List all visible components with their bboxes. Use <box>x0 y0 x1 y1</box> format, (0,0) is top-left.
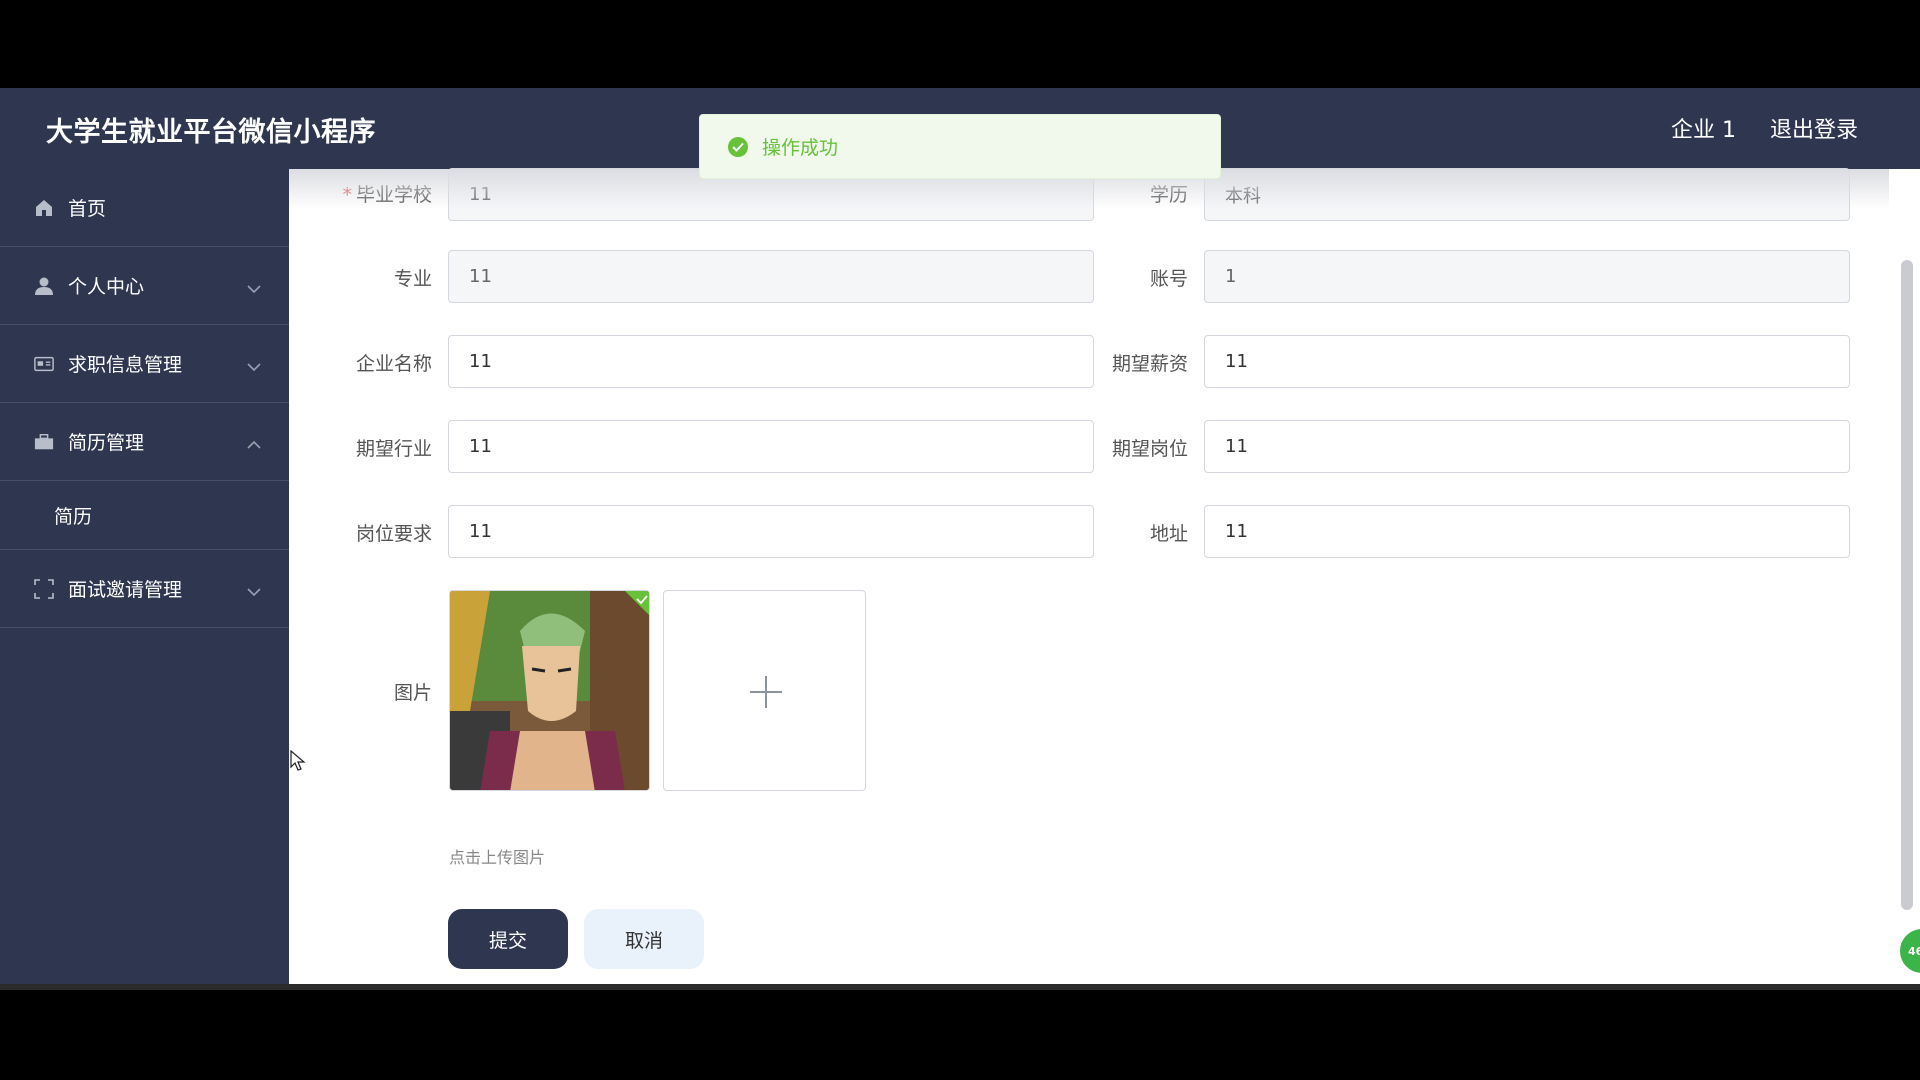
bottom-strip <box>0 984 1920 990</box>
sidebar-item-interview-invitations[interactable]: 面试邀请管理 <box>0 550 289 628</box>
home-icon <box>34 198 54 218</box>
sidebar-item-label: 面试邀请管理 <box>68 579 183 601</box>
education-input[interactable] <box>1204 168 1850 221</box>
major-label: 专业 <box>393 268 432 290</box>
sidebar-item-label: 个人中心 <box>68 276 145 298</box>
chevron-down-icon <box>247 580 261 602</box>
company-input[interactable] <box>448 335 1094 388</box>
chevron-down-icon <box>247 355 261 377</box>
required-mark: * <box>342 184 352 206</box>
sidebar: 首页 个人中心 求职信息管理 简历管理 简历 面试邀请管理 <box>0 169 289 986</box>
salary-label: 期望薪资 <box>1111 353 1188 375</box>
id-card-icon <box>34 354 54 374</box>
industry-input[interactable] <box>448 420 1094 473</box>
toast-message: 操作成功 <box>762 137 839 159</box>
vertical-scrollbar[interactable] <box>1901 260 1913 910</box>
sidebar-item-personal-center[interactable]: 个人中心 <box>0 247 289 325</box>
sidebar-item-label: 首页 <box>68 198 107 220</box>
check-circle-icon <box>728 136 748 157</box>
mouse-cursor-icon <box>290 749 306 776</box>
plus-icon <box>750 676 782 708</box>
education-label: 学历 <box>1149 184 1188 206</box>
position-label: 期望岗位 <box>1111 438 1188 460</box>
sidebar-item-label: 简历管理 <box>68 432 145 454</box>
address-input[interactable] <box>1204 505 1850 558</box>
sidebar-subitem-resume[interactable]: 简历 <box>0 481 289 550</box>
requirement-input[interactable] <box>448 505 1094 558</box>
company-label: 企业名称 <box>355 353 432 375</box>
sidebar-item-home[interactable]: 首页 <box>0 169 289 247</box>
school-label-text: 毕业学校 <box>355 184 432 206</box>
school-label: * 毕业学校 <box>312 180 432 207</box>
position-input[interactable] <box>1204 420 1850 473</box>
sidebar-item-label: 求职信息管理 <box>68 354 183 376</box>
upload-image-button[interactable] <box>663 590 866 791</box>
app-title: 大学生就业平台微信小程序 <box>46 117 376 148</box>
floating-badge-button[interactable]: 46 <box>1897 926 1920 976</box>
sidebar-subitem-label: 简历 <box>54 505 93 528</box>
character-image <box>450 591 649 790</box>
briefcase-icon <box>34 432 54 452</box>
address-label: 地址 <box>1149 523 1188 545</box>
sidebar-item-resume-management[interactable]: 简历管理 <box>0 403 289 481</box>
account-input[interactable] <box>1204 250 1850 303</box>
major-input[interactable] <box>448 250 1094 303</box>
app-screen: 大学生就业平台微信小程序 企业 1 退出登录 首页 个人中心 求职信息管理 简历… <box>0 88 1920 986</box>
header-actions: 企业 1 退出登录 <box>1671 112 1858 144</box>
submit-button[interactable]: 提交 <box>448 909 568 969</box>
requirement-label: 岗位要求 <box>355 523 432 545</box>
uploaded-image-thumbnail[interactable] <box>449 590 650 791</box>
success-toast: 操作成功 <box>699 114 1221 179</box>
user-icon <box>34 276 54 296</box>
user-name-link[interactable]: 企业 1 <box>1671 112 1736 144</box>
upload-hint: 点击上传图片 <box>449 848 546 867</box>
cancel-button[interactable]: 取消 <box>584 909 704 969</box>
sidebar-item-job-info[interactable]: 求职信息管理 <box>0 325 289 403</box>
chevron-down-icon <box>247 277 261 299</box>
logout-link[interactable]: 退出登录 <box>1770 112 1858 144</box>
industry-label: 期望行业 <box>355 438 432 460</box>
frame-icon <box>34 578 54 599</box>
chevron-up-icon <box>247 433 261 455</box>
picture-label: 图片 <box>393 682 432 704</box>
salary-input[interactable] <box>1204 335 1850 388</box>
account-label: 账号 <box>1149 268 1188 290</box>
